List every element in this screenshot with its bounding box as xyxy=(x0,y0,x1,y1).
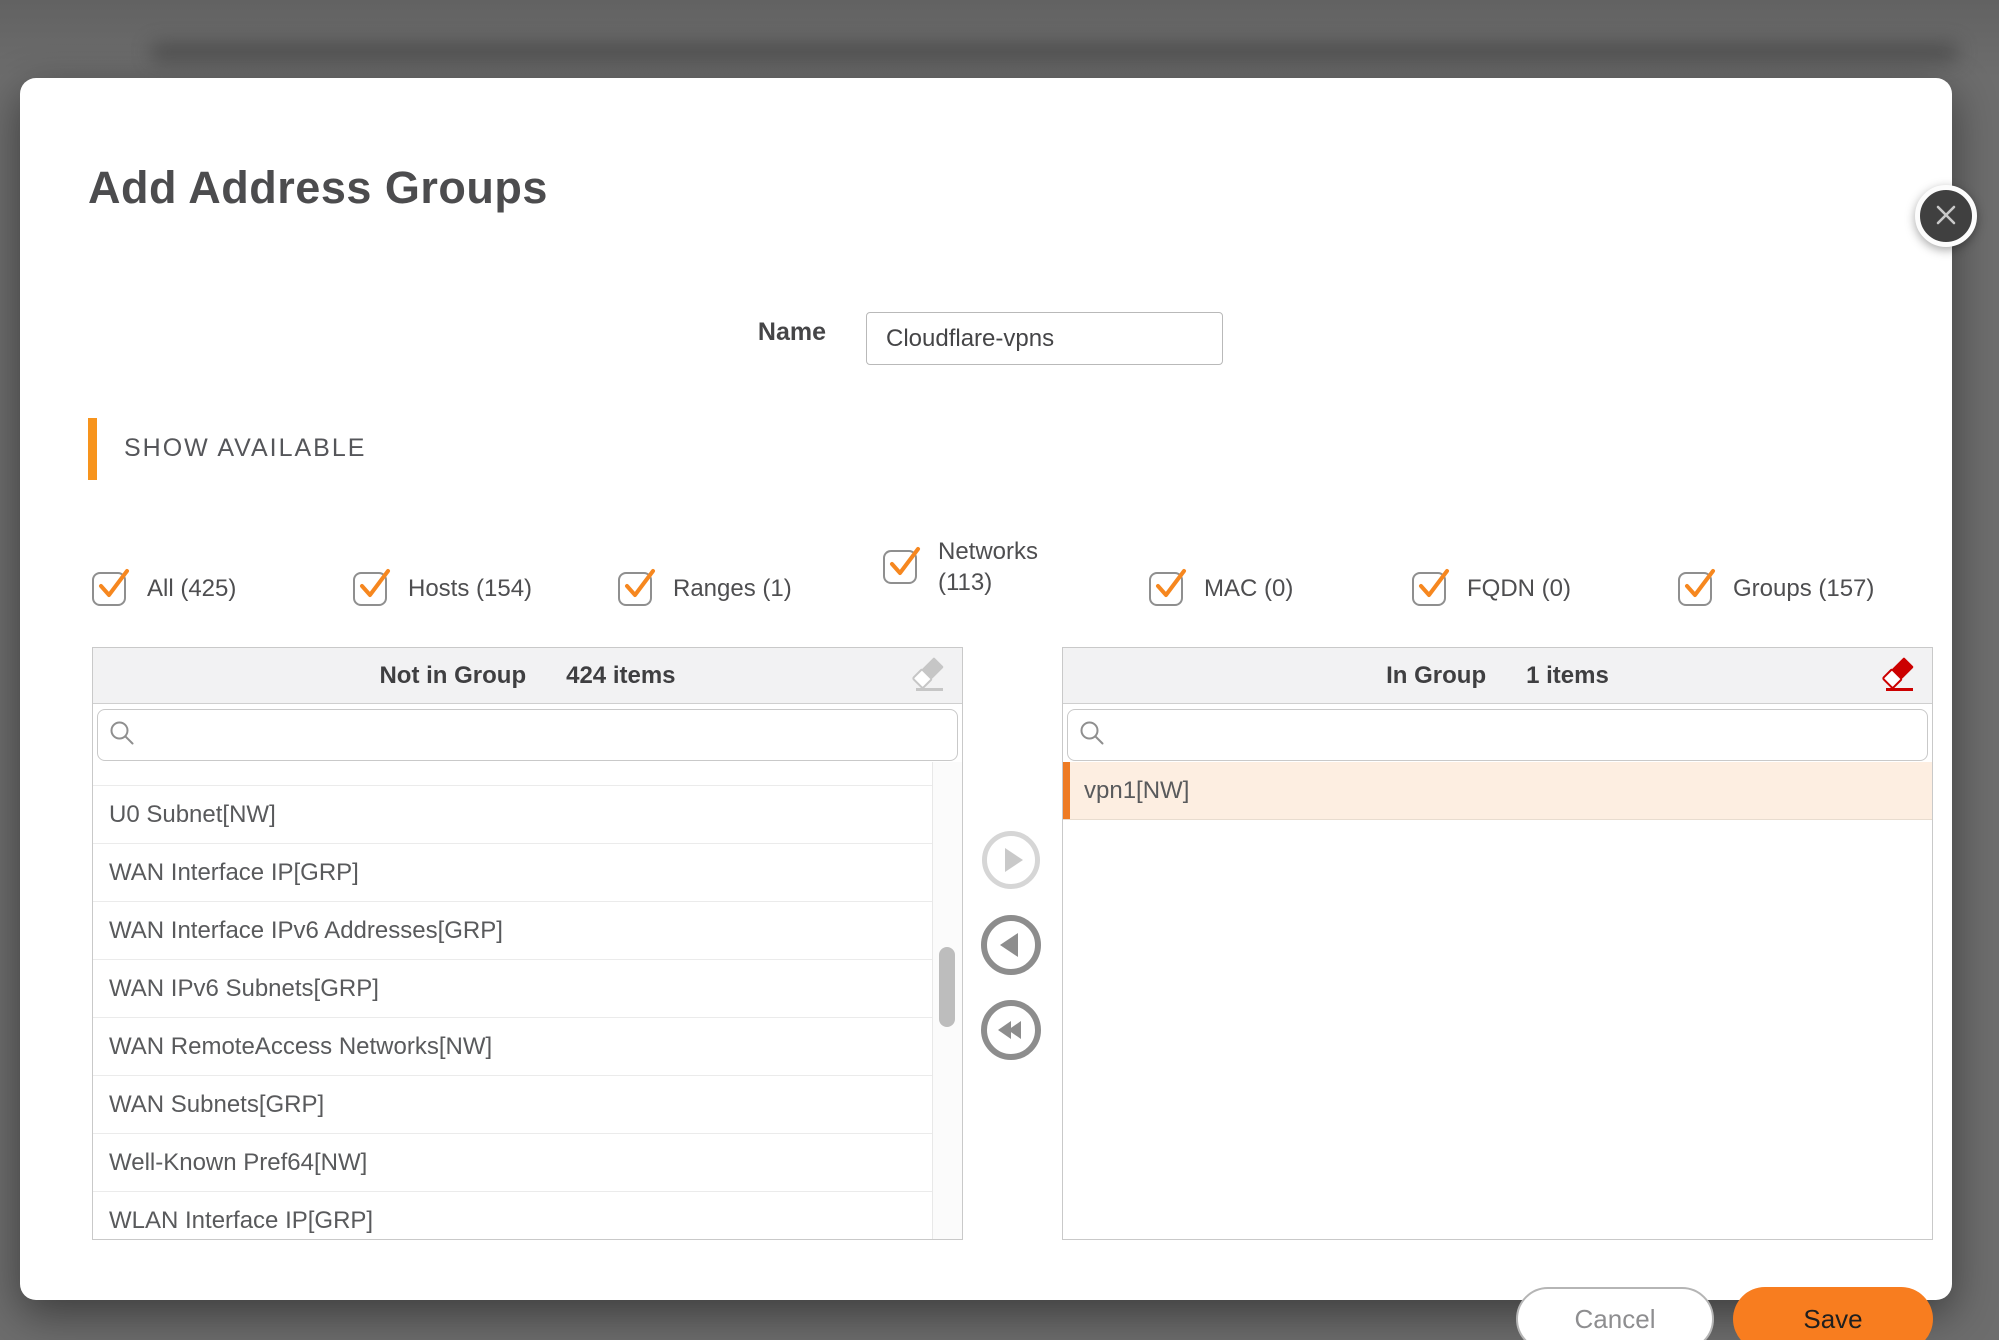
filter-label-hosts: Hosts (154) xyxy=(408,572,532,606)
scrollbar-track xyxy=(932,762,962,1239)
filter-label-fqdn: FQDN (0) xyxy=(1467,572,1571,606)
checkbox-mac[interactable] xyxy=(1149,572,1183,606)
checkbox-ranges[interactable] xyxy=(618,572,652,606)
filter-mac: MAC (0) xyxy=(1149,572,1293,606)
move-all-out-of-group-button[interactable] xyxy=(981,1000,1041,1060)
section-accent-bar xyxy=(88,418,97,480)
filter-label-networks: Networks (113) xyxy=(938,536,1070,598)
not-in-group-header: Not in Group 424 items xyxy=(93,648,962,704)
scrollbar-thumb[interactable] xyxy=(939,947,955,1027)
clear-not-in-group-selection-button[interactable] xyxy=(910,656,950,696)
list-item[interactable]: WAN Interface IP[GRP] xyxy=(93,844,932,902)
in-group-search-input[interactable] xyxy=(1114,721,1917,749)
list-item[interactable]: WAN IPv6 Subnets[GRP] xyxy=(93,960,932,1018)
section-title: SHOW AVAILABLE xyxy=(124,434,366,463)
dialog-title: Add Address Groups xyxy=(88,162,548,214)
in-group-title: In Group xyxy=(1386,662,1486,690)
move-to-group-button[interactable] xyxy=(982,831,1040,889)
dimmed-background-overlay: Add Address Groups Name SHOW AVAILABLE A… xyxy=(0,0,1999,1340)
name-label: Name xyxy=(670,318,826,347)
close-button[interactable] xyxy=(1915,185,1977,247)
in-group-panel: In Group 1 items xyxy=(1062,647,1933,1240)
not-in-group-title: Not in Group xyxy=(379,662,526,690)
partially-scrolled-row xyxy=(93,762,932,786)
name-input[interactable] xyxy=(866,312,1223,365)
filter-label-mac: MAC (0) xyxy=(1204,572,1293,606)
not-in-group-panel: Not in Group 424 items xyxy=(92,647,963,1240)
arrow-left-icon xyxy=(1000,933,1018,957)
in-group-count: 1 items xyxy=(1526,662,1609,690)
checkbox-hosts[interactable] xyxy=(353,572,387,606)
not-in-group-list: U0 Subnet[NW]WAN Interface IP[GRP]WAN In… xyxy=(93,762,962,1239)
in-group-searchbox xyxy=(1067,709,1928,761)
in-group-list: vpn1[NW] xyxy=(1063,762,1932,1239)
list-item[interactable]: WAN Subnets[GRP] xyxy=(93,1076,932,1134)
filter-all: All (425) xyxy=(92,572,236,606)
eraser-icon xyxy=(910,684,950,699)
not-in-group-count: 424 items xyxy=(566,662,675,690)
list-item[interactable]: vpn1[NW] xyxy=(1063,762,1932,820)
cancel-button[interactable]: Cancel xyxy=(1516,1287,1714,1340)
filter-networks: Networks (113) xyxy=(883,536,1070,598)
eraser-icon xyxy=(1880,684,1920,699)
search-icon xyxy=(108,719,136,752)
clear-in-group-selection-button[interactable] xyxy=(1880,656,1920,696)
filter-label-groups: Groups (157) xyxy=(1733,572,1874,606)
filter-label-ranges: Ranges (1) xyxy=(673,572,792,606)
add-address-groups-dialog: Add Address Groups Name SHOW AVAILABLE A… xyxy=(20,78,1952,1300)
list-item[interactable]: Well-Known Pref64[NW] xyxy=(93,1134,932,1192)
list-item[interactable]: U0 Subnet[NW] xyxy=(93,786,932,844)
filter-ranges: Ranges (1) xyxy=(618,572,792,606)
filter-hosts: Hosts (154) xyxy=(353,572,532,606)
save-button[interactable]: Save xyxy=(1733,1287,1933,1340)
not-in-group-search-input[interactable] xyxy=(144,721,947,749)
close-icon xyxy=(1933,202,1959,231)
checkbox-groups[interactable] xyxy=(1678,572,1712,606)
filter-label-all: All (425) xyxy=(147,572,236,606)
list-item[interactable]: WLAN Interface IP[GRP] xyxy=(93,1192,932,1239)
list-item[interactable]: WAN RemoteAccess Networks[NW] xyxy=(93,1018,932,1076)
search-icon xyxy=(1078,719,1106,752)
not-in-group-searchbox xyxy=(97,709,958,761)
checkbox-networks[interactable] xyxy=(883,550,917,584)
in-group-header: In Group 1 items xyxy=(1063,648,1932,704)
filter-fqdn: FQDN (0) xyxy=(1412,572,1571,606)
checkbox-all[interactable] xyxy=(92,572,126,606)
move-out-of-group-button[interactable] xyxy=(981,915,1041,975)
list-item[interactable]: WAN Interface IPv6 Addresses[GRP] xyxy=(93,902,932,960)
checkbox-fqdn[interactable] xyxy=(1412,572,1446,606)
double-arrow-left-icon xyxy=(1001,1021,1021,1039)
filter-groups: Groups (157) xyxy=(1678,572,1874,606)
arrow-right-icon xyxy=(1005,848,1023,872)
